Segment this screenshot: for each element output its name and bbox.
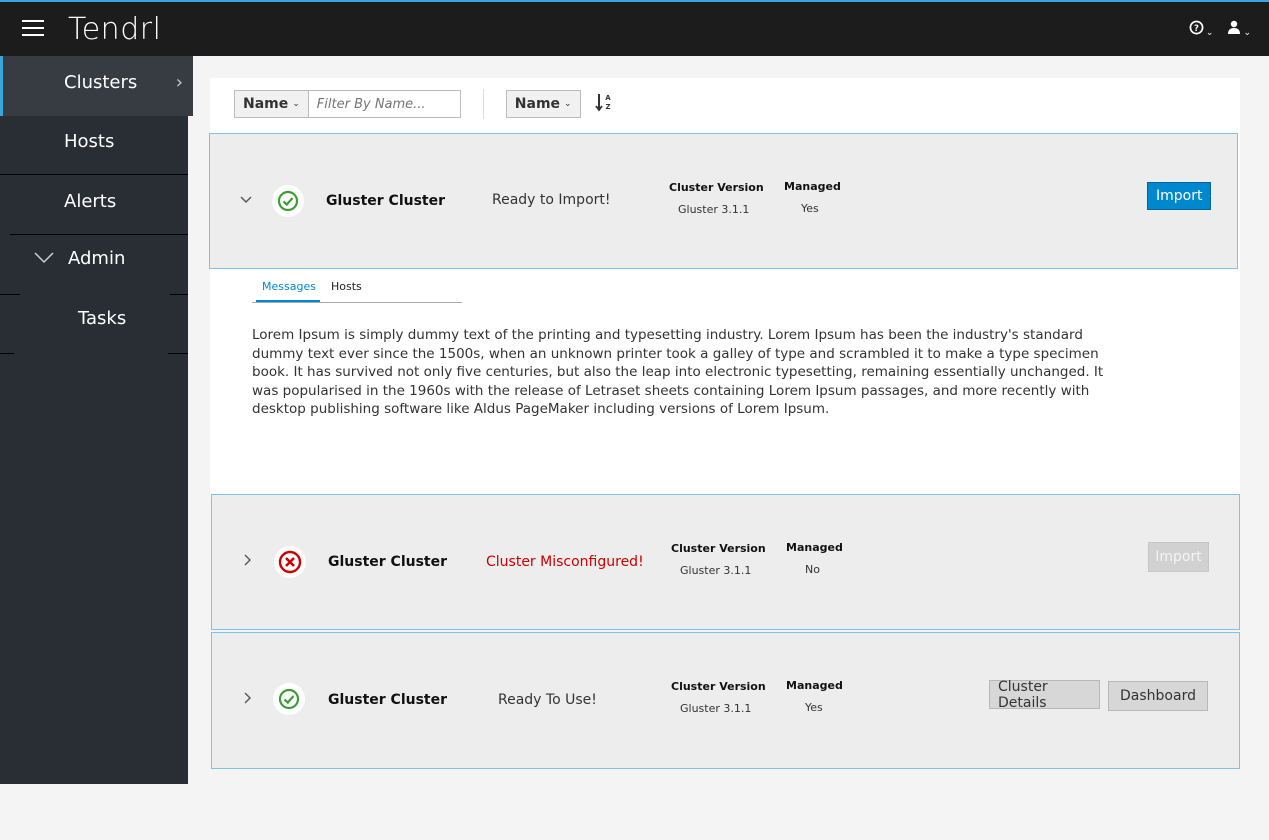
cluster-row[interactable]: Gluster Cluster Ready To Use! Cluster Ve… bbox=[211, 632, 1240, 769]
cluster-version-value: Gluster 3.1.1 bbox=[680, 702, 752, 715]
cluster-status: Ready To Use! bbox=[498, 692, 597, 708]
cluster-version-label: Cluster Version bbox=[671, 542, 766, 555]
sidebar-item-hosts[interactable]: Hosts bbox=[0, 115, 188, 175]
cluster-version-value: Gluster 3.1.1 bbox=[678, 203, 750, 216]
chevron-down-icon bbox=[34, 252, 54, 264]
divider bbox=[0, 353, 14, 354]
managed-value: Yes bbox=[801, 202, 819, 215]
cluster-status: Ready to Import! bbox=[492, 192, 611, 208]
sidebar-item-label: Tasks bbox=[78, 308, 127, 329]
sort-field-label: Name bbox=[514, 96, 561, 112]
sidebar-item-clusters[interactable]: Clusters › bbox=[0, 56, 193, 116]
managed-value: No bbox=[805, 563, 820, 576]
sidebar-item-label: Alerts bbox=[64, 191, 117, 212]
ok-status-icon bbox=[273, 683, 305, 715]
sidebar-item-label: Admin bbox=[68, 248, 126, 269]
dashboard-button[interactable]: Dashboard bbox=[1108, 681, 1208, 711]
cluster-message-text: Lorem Ipsum is simply dummy text of the … bbox=[252, 327, 1104, 417]
chevron-right-icon[interactable] bbox=[244, 692, 252, 708]
cluster-row[interactable]: Gluster Cluster Ready to Import! Cluster… bbox=[209, 133, 1238, 269]
ok-status-icon bbox=[272, 185, 304, 217]
svg-text:?: ? bbox=[1194, 23, 1199, 33]
help-icon[interactable]: ? ⌄ bbox=[1189, 20, 1213, 39]
cluster-name: Gluster Cluster bbox=[326, 193, 446, 209]
managed-value: Yes bbox=[805, 701, 823, 714]
cluster-status: Cluster Misconfigured! bbox=[486, 554, 644, 570]
cluster-details-button[interactable]: Cluster Details bbox=[989, 679, 1100, 711]
chevron-down-icon: ⌄ bbox=[564, 99, 572, 109]
cluster-row[interactable]: Gluster Cluster Cluster Misconfigured! C… bbox=[211, 494, 1240, 630]
tab-messages[interactable]: Messages bbox=[262, 280, 316, 293]
divider bbox=[168, 353, 188, 354]
cluster-version-label: Cluster Version bbox=[671, 680, 766, 693]
sort-field-select[interactable]: Name ⌄ bbox=[505, 90, 581, 118]
managed-label: Managed bbox=[786, 679, 843, 692]
import-button[interactable]: Import bbox=[1148, 542, 1209, 572]
managed-label: Managed bbox=[784, 180, 841, 193]
filter-field-select[interactable]: Name ⌄ bbox=[234, 90, 309, 118]
sort-alpha-asc-icon[interactable]: AZ bbox=[594, 92, 613, 116]
cluster-version-value: Gluster 3.1.1 bbox=[680, 564, 752, 577]
chevron-right-icon[interactable] bbox=[244, 554, 252, 570]
sidebar-item-label: Clusters bbox=[64, 72, 138, 93]
top-navbar: Tendrl ? ⌄ ⌄ bbox=[0, 0, 1269, 56]
sidebar-item-admin[interactable]: Admin bbox=[0, 232, 188, 292]
hamburger-menu-icon[interactable] bbox=[22, 20, 44, 36]
filter-toolbar: Name ⌄ Name ⌄ AZ bbox=[234, 89, 613, 119]
cluster-version-label: Cluster Version bbox=[669, 181, 764, 194]
svg-text:A: A bbox=[605, 94, 611, 102]
chevron-down-icon: ⌄ bbox=[292, 99, 300, 109]
sidebar-nav: Clusters › Hosts Alerts Admin Tasks bbox=[0, 56, 193, 784]
user-icon[interactable]: ⌄ bbox=[1227, 20, 1251, 39]
svg-text:Z: Z bbox=[605, 103, 610, 111]
managed-label: Managed bbox=[786, 541, 843, 554]
sidebar-item-label: Hosts bbox=[64, 131, 115, 152]
chevron-down-icon[interactable] bbox=[240, 192, 252, 208]
import-button[interactable]: Import bbox=[1147, 182, 1212, 210]
divider bbox=[482, 89, 484, 119]
tab-hosts[interactable]: Hosts bbox=[331, 280, 362, 293]
chevron-right-icon: › bbox=[175, 72, 183, 93]
active-tab-indicator bbox=[256, 300, 320, 302]
filter-field-label: Name bbox=[243, 96, 289, 112]
cluster-name: Gluster Cluster bbox=[328, 692, 448, 708]
app-brand[interactable]: Tendrl bbox=[68, 12, 161, 47]
detail-tabs: Messages Hosts bbox=[252, 276, 462, 303]
filter-input[interactable] bbox=[308, 90, 461, 118]
sidebar-item-tasks[interactable]: Tasks bbox=[0, 292, 188, 352]
sidebar-item-alerts[interactable]: Alerts bbox=[0, 175, 188, 235]
error-status-icon bbox=[274, 546, 306, 578]
cluster-name: Gluster Cluster bbox=[328, 554, 448, 570]
